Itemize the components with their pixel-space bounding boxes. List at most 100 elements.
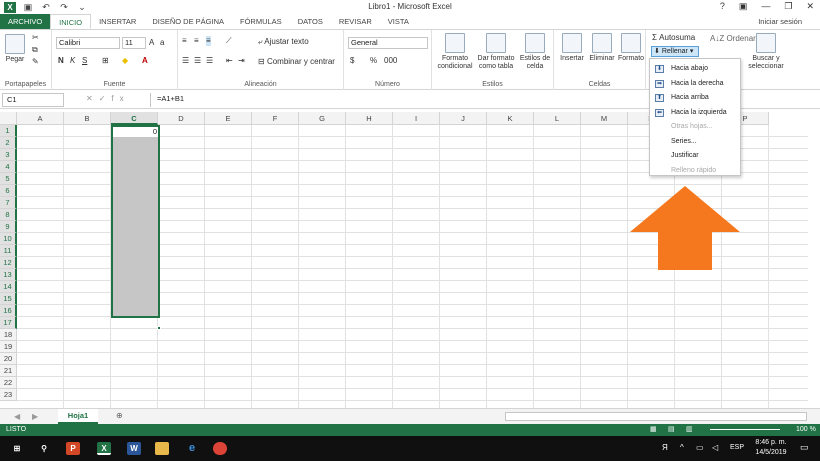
increase-font-icon[interactable]: A — [149, 38, 154, 48]
help-icon[interactable]: ? — [720, 1, 725, 12]
align-right-icon[interactable]: ☰ — [206, 56, 213, 66]
tab-archivo[interactable]: ARCHIVO — [0, 14, 51, 29]
underline-button[interactable]: S — [82, 56, 87, 66]
row-header[interactable]: 19 — [0, 341, 17, 353]
insert-function-icon[interactable]: fx — [111, 94, 129, 103]
font-color-icon[interactable]: A — [142, 56, 148, 66]
next-sheet-icon[interactable]: ▶ — [32, 412, 38, 422]
sign-in-link[interactable]: Iniciar sesión — [758, 17, 802, 26]
align-left-icon[interactable]: ☰ — [182, 56, 189, 66]
row-header[interactable]: 16 — [0, 305, 17, 317]
column-header[interactable]: E — [205, 112, 252, 125]
align-middle-icon[interactable]: ≡ — [194, 36, 199, 46]
column-header[interactable]: A — [17, 112, 64, 125]
excel-taskbar-icon[interactable]: X — [97, 442, 111, 455]
clock[interactable]: 8:46 p. m. 14/5/2019 — [750, 438, 792, 458]
insert-cells-button[interactable]: Insertar — [558, 33, 586, 63]
chrome-icon[interactable] — [213, 442, 227, 455]
row-header[interactable]: 2 — [0, 137, 17, 149]
column-header[interactable]: B — [64, 112, 111, 125]
row-header[interactable]: 12 — [0, 257, 17, 269]
edge-icon[interactable]: e — [185, 442, 199, 455]
normal-view-icon[interactable]: ▦ — [650, 424, 657, 436]
fill-menu-item[interactable]: Justificar — [650, 149, 740, 163]
row-header[interactable]: 22 — [0, 377, 17, 389]
select-all-corner[interactable] — [0, 112, 17, 125]
fill-handle[interactable] — [157, 326, 161, 330]
save-icon[interactable]: ▣ — [22, 2, 34, 13]
comma-style-icon[interactable]: 000 — [384, 56, 397, 66]
active-cell[interactable]: 0 — [113, 127, 158, 137]
italic-button[interactable]: K — [70, 56, 75, 66]
number-format-select[interactable]: General — [348, 37, 428, 49]
tab-datos[interactable]: DATOS — [290, 14, 331, 29]
format-as-table-button[interactable]: Dar formato como tabla — [476, 33, 516, 71]
percent-icon[interactable]: % — [370, 56, 377, 66]
decrease-font-icon[interactable]: a — [160, 38, 164, 48]
row-header[interactable]: 13 — [0, 269, 17, 281]
tab-formulas[interactable]: FÓRMULAS — [232, 14, 290, 29]
row-header[interactable]: 18 — [0, 329, 17, 341]
row-header[interactable]: 20 — [0, 353, 17, 365]
merge-center-button[interactable]: ⊟ Combinar y centrar — [258, 57, 335, 67]
volume-icon[interactable]: ◁ — [712, 443, 718, 452]
row-header[interactable]: 3 — [0, 149, 17, 161]
copy-icon[interactable]: ⧉ — [32, 45, 38, 55]
column-header[interactable]: L — [534, 112, 581, 125]
borders-icon[interactable]: ⊞ — [102, 56, 109, 66]
column-header[interactable]: I — [393, 112, 440, 125]
restore-icon[interactable]: ❐ — [784, 1, 792, 12]
autosum-button[interactable]: Σ Autosuma — [652, 33, 695, 43]
page-layout-icon[interactable]: ▤ — [668, 424, 675, 436]
column-header[interactable]: G — [299, 112, 346, 125]
row-header[interactable]: 21 — [0, 365, 17, 377]
action-center-icon[interactable]: ▭ — [800, 442, 809, 453]
row-header[interactable]: 10 — [0, 233, 17, 245]
fill-menu-item[interactable]: ➡ Hacia la derecha — [650, 77, 740, 91]
tab-vista[interactable]: VISTA — [380, 14, 417, 29]
zoom-slider[interactable] — [710, 429, 780, 430]
fill-menu-item[interactable]: ⬇ Hacia abajo — [650, 62, 740, 76]
column-header[interactable]: C — [111, 112, 158, 125]
font-name-select[interactable]: Calibri — [56, 37, 120, 49]
prev-sheet-icon[interactable]: ◀ — [14, 412, 20, 422]
selected-range[interactable] — [111, 125, 160, 318]
name-box[interactable]: C1 — [2, 93, 64, 107]
column-header[interactable]: J — [440, 112, 487, 125]
find-select-button[interactable]: Buscar y seleccionar — [742, 33, 790, 71]
row-header[interactable]: 9 — [0, 221, 17, 233]
conditional-format-button[interactable]: Formato condicional — [434, 33, 476, 71]
column-header[interactable]: D — [158, 112, 205, 125]
wrap-text-button[interactable]: ⤶ Ajustar texto — [258, 37, 309, 47]
row-header[interactable]: 5 — [0, 173, 17, 185]
row-header[interactable]: 8 — [0, 209, 17, 221]
horizontal-scrollbar[interactable] — [505, 412, 807, 421]
minimize-icon[interactable]: — — [761, 1, 770, 12]
redo-icon[interactable]: ↷ — [58, 2, 70, 13]
people-icon[interactable]: Я — [662, 443, 668, 452]
paste-button[interactable]: Pegar — [4, 34, 26, 64]
row-header[interactable]: 17 — [0, 317, 17, 329]
align-center-icon[interactable]: ☰ — [194, 56, 201, 66]
decrease-indent-icon[interactable]: ⇤ — [226, 56, 233, 66]
close-icon[interactable]: ✕ — [806, 1, 814, 12]
align-bottom-icon[interactable]: ≡ — [206, 36, 211, 46]
row-header[interactable]: 15 — [0, 293, 17, 305]
windows-start-icon[interactable]: ⊞ — [10, 442, 24, 455]
fill-menu-item[interactable]: ⬅ Hacia la izquierda — [650, 106, 740, 120]
powerpoint-icon[interactable]: P — [66, 442, 80, 455]
notification-chevron-icon[interactable]: ^ — [680, 443, 684, 452]
enter-icon[interactable]: ✓ — [99, 94, 112, 103]
ribbon-display-icon[interactable]: ▣ — [739, 1, 748, 12]
file-explorer-icon[interactable] — [155, 442, 169, 455]
tab-revisar[interactable]: REVISAR — [331, 14, 380, 29]
row-header[interactable]: 1 — [0, 125, 17, 137]
fill-button[interactable]: ⬇ Rellenar ▾ — [651, 46, 699, 57]
tab-inicio[interactable]: INICIO — [50, 14, 92, 29]
cell-styles-button[interactable]: Estilos de celda — [518, 33, 552, 71]
row-header[interactable]: 4 — [0, 161, 17, 173]
delete-cells-button[interactable]: Eliminar — [587, 33, 617, 63]
column-header[interactable]: H — [346, 112, 393, 125]
page-break-icon[interactable]: ▥ — [686, 424, 693, 436]
column-header[interactable]: K — [487, 112, 534, 125]
